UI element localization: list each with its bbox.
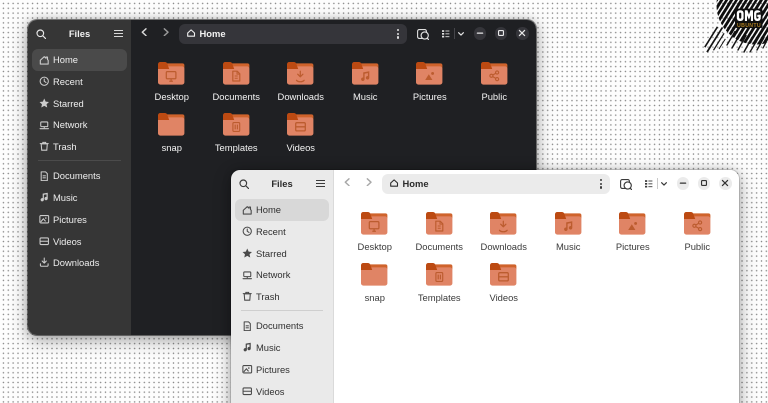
svg-text:UBUNTU: UBUNTU xyxy=(737,23,761,29)
